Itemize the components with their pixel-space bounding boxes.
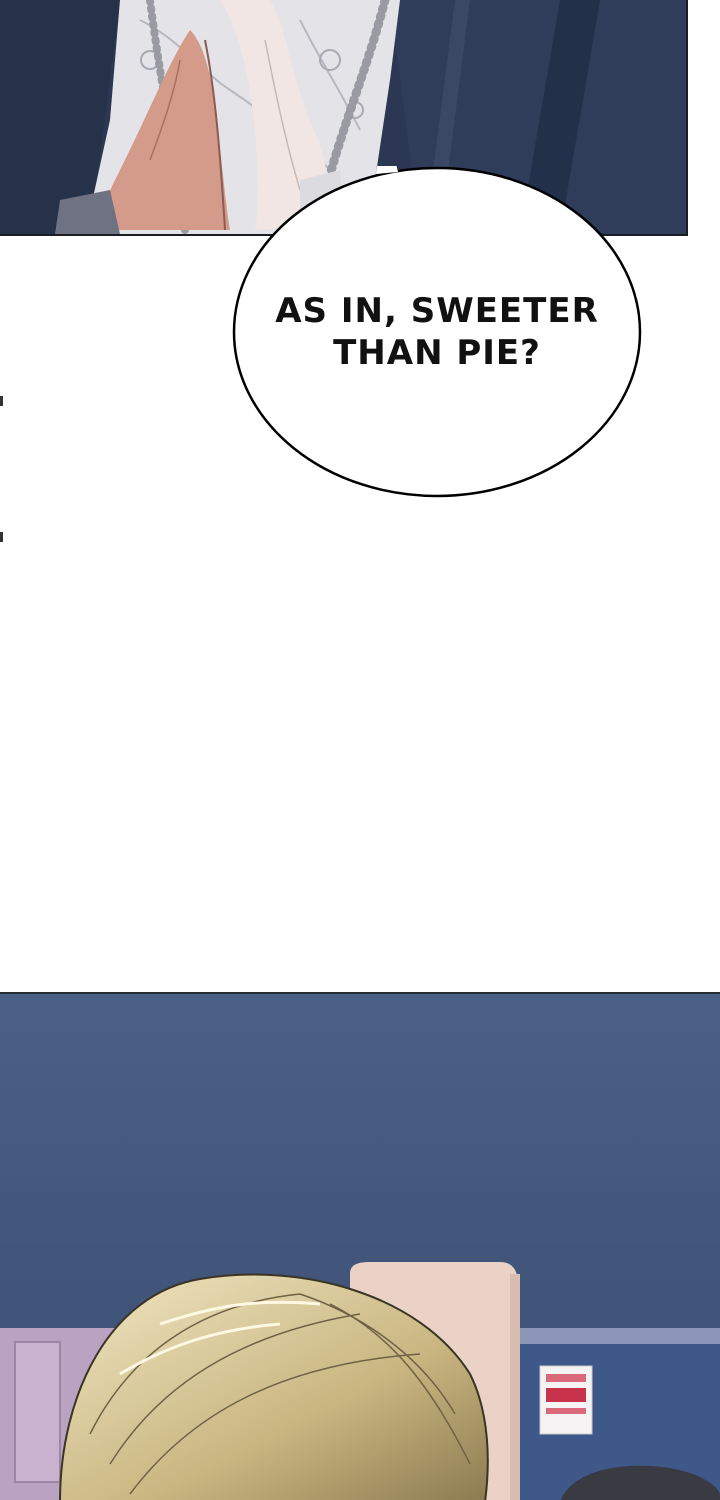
speech-bubble-text: AS IN, SWEETER THAN PIE? bbox=[275, 291, 599, 373]
panel-edge-mark bbox=[0, 396, 3, 406]
bottom-panel-art bbox=[0, 994, 720, 1500]
speech-bubble: AS IN, SWEETER THAN PIE? bbox=[232, 166, 642, 498]
panel-edge-mark bbox=[0, 532, 3, 542]
comic-page: AS IN, SWEETER THAN PIE? bbox=[0, 0, 720, 1500]
bottom-panel bbox=[0, 992, 720, 1500]
